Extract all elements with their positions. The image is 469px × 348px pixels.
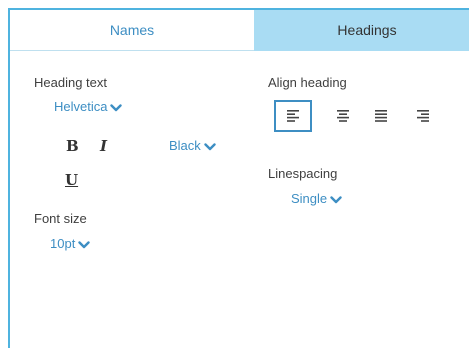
align-right-icon [416,110,430,122]
heading-font-value: Helvetica [54,99,108,114]
heading-color-dropdown[interactable]: Black [169,138,216,153]
align-center-icon [336,110,350,122]
align-left-button[interactable] [274,100,312,132]
align-center-button[interactable] [324,100,362,132]
bold-button[interactable]: B [66,137,79,155]
font-size-dropdown[interactable]: 10pt [50,236,91,251]
align-justify-icon [374,110,388,122]
linespacing-dropdown[interactable]: Single [291,191,342,206]
chevron-down-icon [204,142,216,151]
linespacing-label: Linespacing [268,166,338,181]
font-size-value: 10pt [50,236,76,251]
tab-headings[interactable]: Headings [254,10,469,51]
heading-font-dropdown[interactable]: Helvetica [54,99,123,114]
heading-text-label: Heading text [34,75,107,90]
tab-names[interactable]: Names [10,10,254,51]
font-size-label: Font size [34,211,87,226]
underline-button[interactable]: U [65,171,78,189]
align-justify-button[interactable] [362,100,400,132]
chevron-down-icon [110,103,123,112]
align-right-button[interactable] [404,100,442,132]
heading-settings-panel: Names Headings Heading text Helvetica B … [8,8,469,348]
chevron-down-icon [78,240,91,249]
heading-color-value: Black [169,138,201,153]
italic-button[interactable]: I [100,137,107,155]
linespacing-value: Single [291,191,328,206]
align-left-icon [286,110,300,122]
tab-bar: Names Headings [10,10,469,51]
chevron-down-icon [330,195,342,204]
align-heading-label: Align heading [268,75,347,90]
